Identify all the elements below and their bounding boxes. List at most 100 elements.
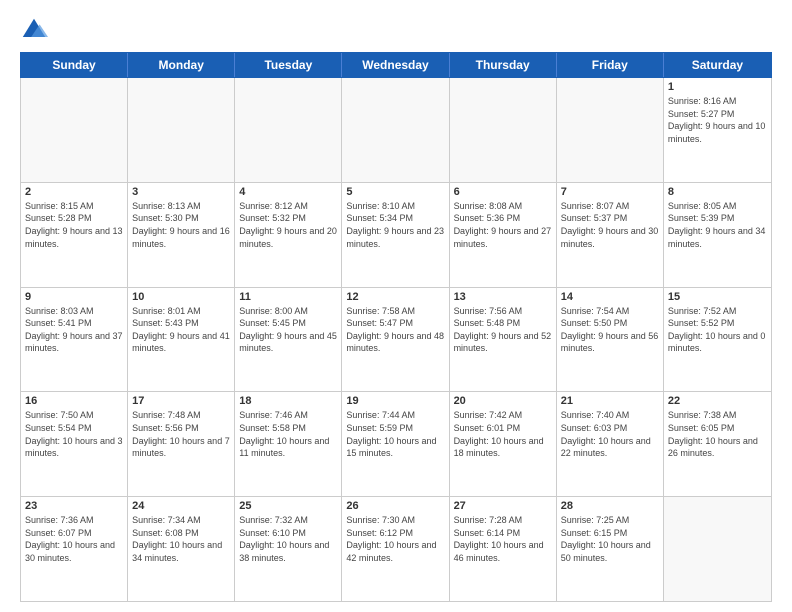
day-number: 27 — [454, 500, 552, 512]
cal-cell: 28 Sunrise: 7:25 AM Sunset: 6:15 PM Dayli… — [557, 497, 664, 601]
day-number: 6 — [454, 186, 552, 198]
cal-cell: 25 Sunrise: 7:32 AM Sunset: 6:10 PM Dayli… — [235, 497, 342, 601]
cell-info: Sunrise: 8:12 AM Sunset: 5:32 PM Dayligh… — [239, 200, 337, 250]
day-number: 1 — [668, 81, 767, 93]
week-row-5: 23 Sunrise: 7:36 AM Sunset: 6:07 PM Dayli… — [21, 497, 771, 601]
calendar: SundayMondayTuesdayWednesdayThursdayFrid… — [20, 52, 772, 602]
day-number: 21 — [561, 395, 659, 407]
cal-cell: 19 Sunrise: 7:44 AM Sunset: 5:59 PM Dayli… — [342, 392, 449, 496]
day-number: 19 — [346, 395, 444, 407]
cal-cell: 27Sunrise: 7:28 AM Sunset: 6:14 PM Dayli… — [450, 497, 557, 601]
cell-info: Sunrise: 8:03 AM Sunset: 5:41 PM Dayligh… — [25, 305, 123, 355]
day-number: 11 — [239, 291, 337, 303]
header-day-thursday: Thursday — [450, 53, 557, 77]
day-number: 16 — [25, 395, 123, 407]
logo — [20, 16, 50, 44]
cal-cell: 4 Sunrise: 8:12 AM Sunset: 5:32 PM Daylig… — [235, 183, 342, 287]
header-day-friday: Friday — [557, 53, 664, 77]
cal-cell — [450, 78, 557, 182]
cell-info: Sunrise: 7:25 AM Sunset: 6:15 PM Dayligh… — [561, 514, 659, 564]
cell-info: Sunrise: 8:05 AM Sunset: 5:39 PM Dayligh… — [668, 200, 767, 250]
cell-info: Sunrise: 8:07 AM Sunset: 5:37 PM Dayligh… — [561, 200, 659, 250]
day-number: 23 — [25, 500, 123, 512]
week-row-1: 1 Sunrise: 8:16 AM Sunset: 5:27 PM Daylig… — [21, 78, 771, 183]
day-number: 15 — [668, 291, 767, 303]
cal-cell: 15 Sunrise: 7:52 AM Sunset: 5:52 PM Dayli… — [664, 288, 771, 392]
cell-info: Sunrise: 7:48 AM Sunset: 5:56 PM Dayligh… — [132, 409, 230, 459]
header-day-monday: Monday — [128, 53, 235, 77]
header-day-wednesday: Wednesday — [342, 53, 449, 77]
page: SundayMondayTuesdayWednesdayThursdayFrid… — [0, 0, 792, 612]
cal-cell: 12 Sunrise: 7:58 AM Sunset: 5:47 PM Dayli… — [342, 288, 449, 392]
cal-cell: 9Sunrise: 8:03 AM Sunset: 5:41 PM Daylig… — [21, 288, 128, 392]
day-number: 2 — [25, 186, 123, 198]
cal-cell: 8 Sunrise: 8:05 AM Sunset: 5:39 PM Daylig… — [664, 183, 771, 287]
cal-cell: 26Sunrise: 7:30 AM Sunset: 6:12 PM Dayli… — [342, 497, 449, 601]
header-day-tuesday: Tuesday — [235, 53, 342, 77]
cell-info: Sunrise: 8:08 AM Sunset: 5:36 PM Dayligh… — [454, 200, 552, 250]
cell-info: Sunrise: 7:46 AM Sunset: 5:58 PM Dayligh… — [239, 409, 337, 459]
day-number: 17 — [132, 395, 230, 407]
day-number: 3 — [132, 186, 230, 198]
cal-cell: 5 Sunrise: 8:10 AM Sunset: 5:34 PM Daylig… — [342, 183, 449, 287]
day-number: 20 — [454, 395, 552, 407]
cal-cell: 14 Sunrise: 7:54 AM Sunset: 5:50 PM Dayli… — [557, 288, 664, 392]
week-row-2: 2 Sunrise: 8:15 AM Sunset: 5:28 PM Daylig… — [21, 183, 771, 288]
cell-info: Sunrise: 8:01 AM Sunset: 5:43 PM Dayligh… — [132, 305, 230, 355]
cal-cell: 3 Sunrise: 8:13 AM Sunset: 5:30 PM Daylig… — [128, 183, 235, 287]
cell-info: Sunrise: 7:50 AM Sunset: 5:54 PM Dayligh… — [25, 409, 123, 459]
cal-cell — [128, 78, 235, 182]
calendar-body: 1 Sunrise: 8:16 AM Sunset: 5:27 PM Daylig… — [20, 78, 772, 602]
cal-cell: 13 Sunrise: 7:56 AM Sunset: 5:48 PM Dayli… — [450, 288, 557, 392]
day-number: 7 — [561, 186, 659, 198]
day-number: 5 — [346, 186, 444, 198]
day-number: 10 — [132, 291, 230, 303]
week-row-4: 16 Sunrise: 7:50 AM Sunset: 5:54 PM Dayli… — [21, 392, 771, 497]
cal-cell: 6 Sunrise: 8:08 AM Sunset: 5:36 PM Daylig… — [450, 183, 557, 287]
cal-cell: 2 Sunrise: 8:15 AM Sunset: 5:28 PM Daylig… — [21, 183, 128, 287]
day-number: 12 — [346, 291, 444, 303]
cell-info: Sunrise: 8:13 AM Sunset: 5:30 PM Dayligh… — [132, 200, 230, 250]
day-number: 28 — [561, 500, 659, 512]
cal-cell: 18 Sunrise: 7:46 AM Sunset: 5:58 PM Dayli… — [235, 392, 342, 496]
cell-info: Sunrise: 7:38 AM Sunset: 6:05 PM Dayligh… — [668, 409, 767, 459]
cal-cell: 21 Sunrise: 7:40 AM Sunset: 6:03 PM Dayli… — [557, 392, 664, 496]
cell-info: Sunrise: 8:00 AM Sunset: 5:45 PM Dayligh… — [239, 305, 337, 355]
cell-info: Sunrise: 8:15 AM Sunset: 5:28 PM Dayligh… — [25, 200, 123, 250]
day-number: 8 — [668, 186, 767, 198]
day-number: 25 — [239, 500, 337, 512]
cal-cell — [235, 78, 342, 182]
day-number: 18 — [239, 395, 337, 407]
cal-cell: 24Sunrise: 7:34 AM Sunset: 6:08 PM Dayli… — [128, 497, 235, 601]
cal-cell: 1 Sunrise: 8:16 AM Sunset: 5:27 PM Daylig… — [664, 78, 771, 182]
day-number: 24 — [132, 500, 230, 512]
cal-cell — [664, 497, 771, 601]
cell-info: Sunrise: 7:32 AM Sunset: 6:10 PM Dayligh… — [239, 514, 337, 564]
cell-info: Sunrise: 8:10 AM Sunset: 5:34 PM Dayligh… — [346, 200, 444, 250]
cell-info: Sunrise: 7:36 AM Sunset: 6:07 PM Dayligh… — [25, 514, 123, 564]
cell-info: Sunrise: 7:58 AM Sunset: 5:47 PM Dayligh… — [346, 305, 444, 355]
cell-info: Sunrise: 7:40 AM Sunset: 6:03 PM Dayligh… — [561, 409, 659, 459]
day-number: 4 — [239, 186, 337, 198]
cal-cell — [557, 78, 664, 182]
day-number: 26 — [346, 500, 444, 512]
cell-info: Sunrise: 8:16 AM Sunset: 5:27 PM Dayligh… — [668, 95, 767, 145]
cell-info: Sunrise: 7:54 AM Sunset: 5:50 PM Dayligh… — [561, 305, 659, 355]
day-number: 14 — [561, 291, 659, 303]
cal-cell: 17 Sunrise: 7:48 AM Sunset: 5:56 PM Dayli… — [128, 392, 235, 496]
calendar-header: SundayMondayTuesdayWednesdayThursdayFrid… — [20, 52, 772, 78]
day-number: 13 — [454, 291, 552, 303]
logo-icon — [20, 16, 48, 44]
cal-cell: 22 Sunrise: 7:38 AM Sunset: 6:05 PM Dayli… — [664, 392, 771, 496]
cal-cell: 10 Sunrise: 8:01 AM Sunset: 5:43 PM Dayli… — [128, 288, 235, 392]
cal-cell: 20 Sunrise: 7:42 AM Sunset: 6:01 PM Dayli… — [450, 392, 557, 496]
header-day-sunday: Sunday — [21, 53, 128, 77]
cell-info: Sunrise: 7:56 AM Sunset: 5:48 PM Dayligh… — [454, 305, 552, 355]
day-number: 22 — [668, 395, 767, 407]
cell-info: Sunrise: 7:44 AM Sunset: 5:59 PM Dayligh… — [346, 409, 444, 459]
cal-cell — [342, 78, 449, 182]
cell-info: Sunrise: 7:52 AM Sunset: 5:52 PM Dayligh… — [668, 305, 767, 355]
cell-info: Sunrise: 7:42 AM Sunset: 6:01 PM Dayligh… — [454, 409, 552, 459]
cal-cell: 23 Sunrise: 7:36 AM Sunset: 6:07 PM Dayli… — [21, 497, 128, 601]
header-day-saturday: Saturday — [664, 53, 771, 77]
